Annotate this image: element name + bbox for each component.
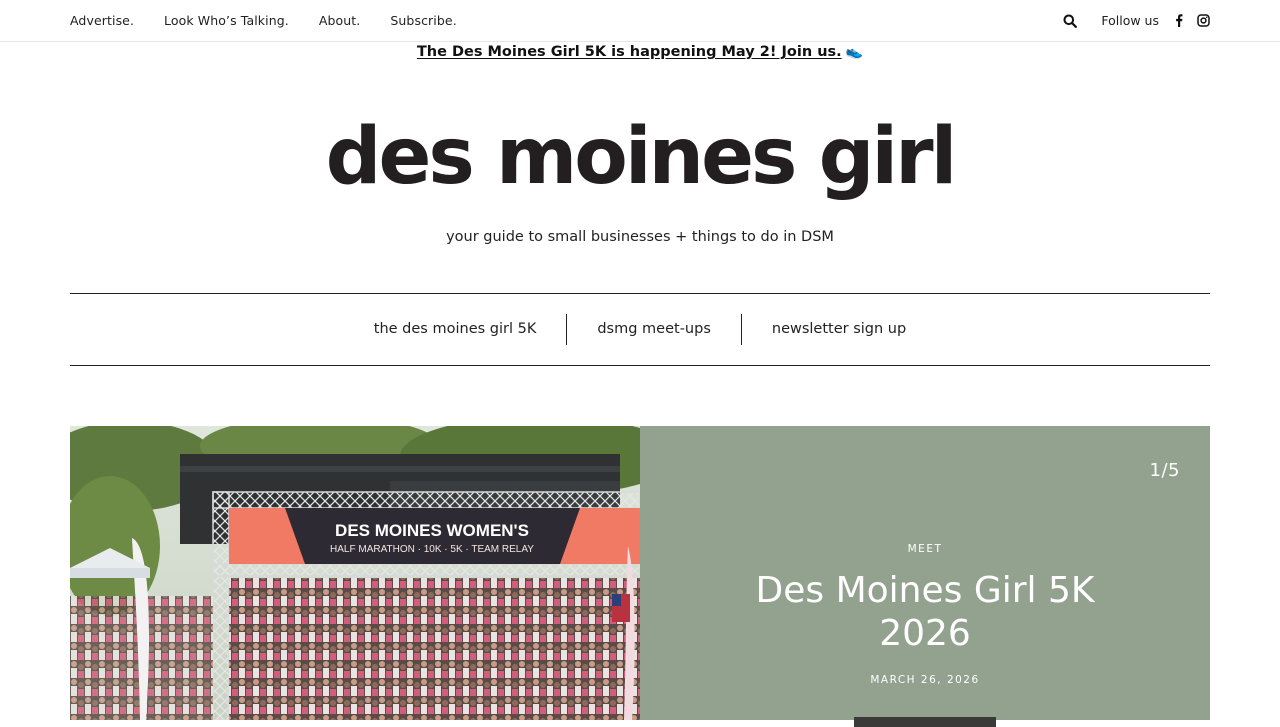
post-date: MARCH 26, 2026 — [870, 674, 980, 686]
running-shoe-icon: 👟 — [845, 44, 864, 60]
banner-subtitle: HALF MARATHON · 10K · 5K · TEAM RELAY — [330, 544, 534, 555]
main-nav-meetups[interactable]: dsmg meet-ups — [566, 314, 741, 345]
announcement-link[interactable]: The Des Moines Girl 5K is happening May … — [417, 44, 842, 60]
read-more-button[interactable] — [854, 717, 996, 727]
featured-slider: DES MOINES WOMEN'S HALF MARATHON · 10K ·… — [70, 426, 1210, 727]
search-icon[interactable] — [1063, 14, 1078, 28]
follow-us-label: Follow us — [1101, 13, 1159, 28]
main-nav-5k[interactable]: the des moines girl 5K — [344, 314, 567, 345]
top-nav-look-whos-talking[interactable]: Look Who’s Talking. — [164, 13, 289, 28]
facebook-icon[interactable] — [1175, 14, 1183, 27]
main-nav-newsletter[interactable]: newsletter sign up — [740, 314, 936, 345]
site-logo[interactable]: des moines girl — [0, 118, 1280, 196]
top-nav: Advertise. Look Who’s Talking. About. Su… — [70, 0, 457, 41]
race-start-photo: DES MOINES WOMEN'S HALF MARATHON · 10K ·… — [70, 426, 640, 720]
top-nav-subscribe[interactable]: Subscribe. — [390, 13, 456, 28]
banner-title: DES MOINES WOMEN'S — [335, 521, 529, 540]
top-right-tools: Follow us — [1063, 0, 1210, 41]
featured-post-panel: 1/5 MEET Des Moines Girl 5K 2026 MARCH 2… — [640, 426, 1210, 727]
top-nav-advertise[interactable]: Advertise. — [70, 13, 134, 28]
announcement-bar: The Des Moines Girl 5K is happening May … — [0, 44, 1280, 60]
slide-counter: 1/5 — [1149, 460, 1180, 481]
top-nav-about[interactable]: About. — [319, 13, 361, 28]
post-title[interactable]: Des Moines Girl 5K 2026 — [725, 569, 1125, 655]
featured-photo[interactable]: DES MOINES WOMEN'S HALF MARATHON · 10K ·… — [70, 426, 640, 720]
instagram-icon[interactable] — [1197, 14, 1210, 27]
top-bar: Advertise. Look Who’s Talking. About. Su… — [0, 0, 1280, 42]
main-nav: the des moines girl 5K dsmg meet-ups new… — [70, 293, 1210, 366]
site-tagline: your guide to small businesses + things … — [446, 229, 834, 245]
post-category[interactable]: MEET — [640, 543, 1210, 555]
